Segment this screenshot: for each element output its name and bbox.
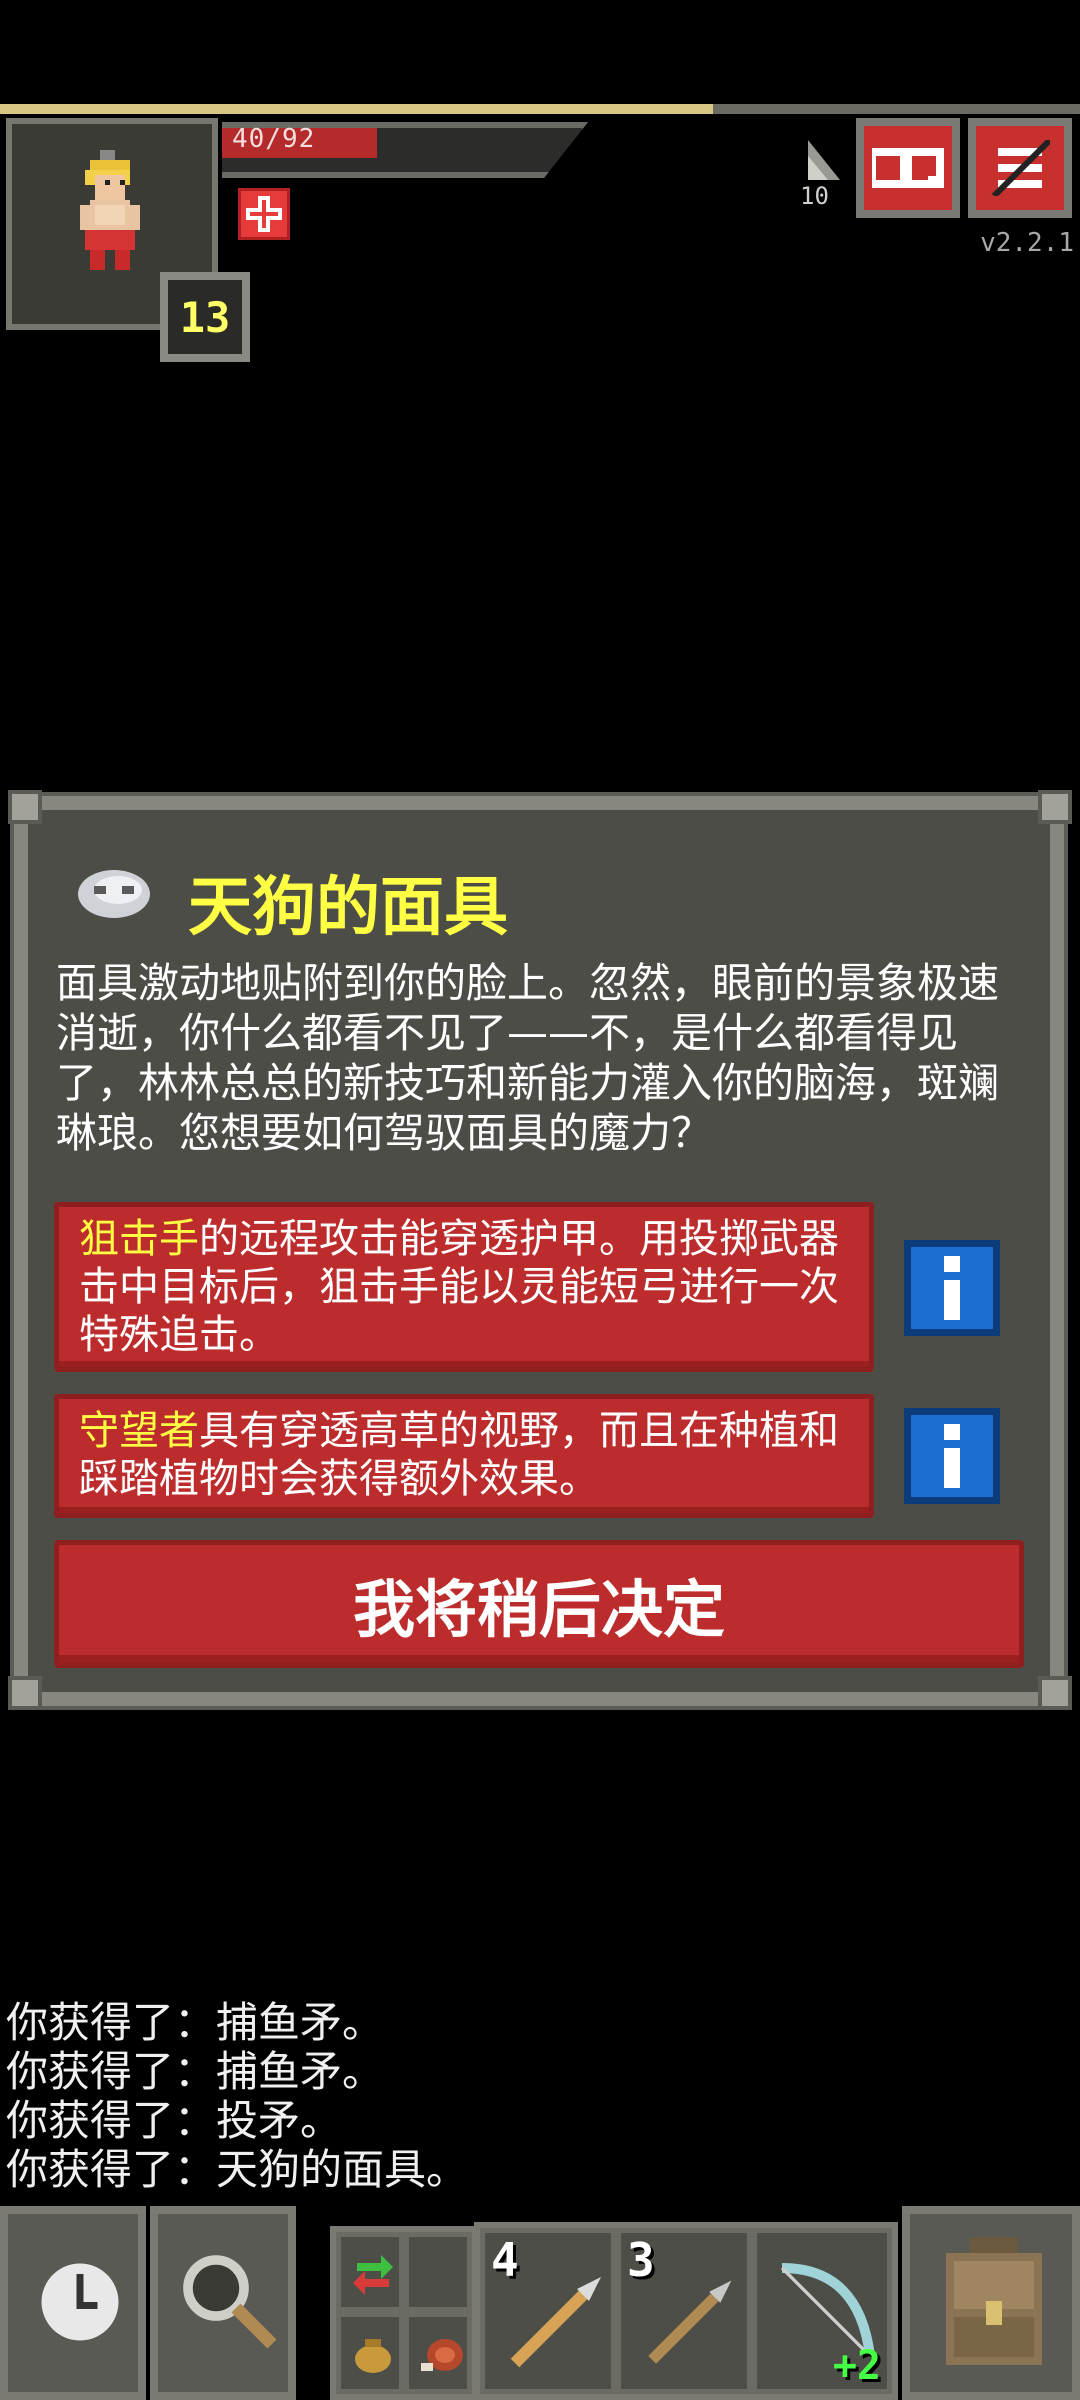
backpack-button[interactable] xyxy=(902,2206,1080,2400)
game-log: 你获得了：捕鱼矛。 你获得了：捕鱼矛。 你获得了：投矛。 你获得了：天狗的面具。 xyxy=(6,1998,468,2194)
level-badge: 13 xyxy=(160,272,250,362)
sniper-info-button[interactable] xyxy=(904,1240,1000,1336)
journal-button[interactable] xyxy=(856,118,960,218)
dialog-corner xyxy=(1038,790,1072,824)
choice-text: 狙击手的远程攻击能穿透护甲。用投掷武器击中目标后，狙击手能以灵能短弓进行一次特殊… xyxy=(79,1215,869,1359)
choice-name: 守望者 xyxy=(79,1408,199,1454)
quickslot-2[interactable]: 3 xyxy=(616,2228,752,2394)
warden-info-button[interactable] xyxy=(904,1408,1000,1504)
tengu-mask-icon xyxy=(78,870,150,918)
dialog-corner xyxy=(8,1676,42,1710)
dialog-body: 面具激动地贴附到你的脸上。忽然，眼前的景象极速消逝，你什么都看不见了——不，是什… xyxy=(56,959,999,1157)
warden-choice-button[interactable]: 守望者具有穿透高草的视野，而且在种植和踩踏植物时会获得额外效果。 xyxy=(54,1394,874,1518)
dialog-corner xyxy=(1038,1676,1072,1710)
wait-icon xyxy=(41,2263,119,2341)
decide-later-button[interactable]: 我将稍后决定 xyxy=(54,1540,1024,1668)
menu-button[interactable] xyxy=(968,118,1072,218)
search-icon xyxy=(183,2255,276,2348)
depth-number: 10 xyxy=(800,182,829,210)
meat-icon xyxy=(421,2339,463,2371)
version-label: v2.2.1 xyxy=(980,228,1074,258)
info-icon xyxy=(944,1256,960,1320)
log-line: 你获得了：投矛。 xyxy=(6,2096,343,2145)
quickslot-3[interactable]: +2 xyxy=(752,2228,892,2394)
pouch-slot[interactable] xyxy=(336,2312,404,2394)
menu-icon xyxy=(991,140,1050,196)
choice-text: 守望者具有穿透高草的视野，而且在种植和踩踏植物时会获得额外效果。 xyxy=(79,1407,869,1503)
info-icon xyxy=(944,1424,960,1488)
choice-name: 狙击手 xyxy=(79,1216,199,1262)
backpack-icon xyxy=(946,2237,1042,2365)
log-line: 你获得了：捕鱼矛。 xyxy=(6,2047,385,2096)
spear-icon xyxy=(510,2277,601,2368)
xp-bar-fill xyxy=(0,104,713,114)
quickslot-1[interactable]: 4 xyxy=(480,2228,616,2394)
log-line: 你获得了：天狗的面具。 xyxy=(6,2145,469,2194)
spear-icon xyxy=(648,2280,732,2364)
empty-slot[interactable] xyxy=(404,2232,472,2312)
swap-slot[interactable] xyxy=(336,2232,404,2312)
regeneration-buff-icon[interactable] xyxy=(238,188,290,240)
journal-icon xyxy=(872,148,944,188)
hero-sprite-icon xyxy=(80,150,140,270)
dialog-corner xyxy=(8,790,42,824)
sniper-choice-button[interactable]: 狙击手的远程攻击能穿透护甲。用投掷武器击中目标后，狙击手能以灵能短弓进行一次特殊… xyxy=(54,1202,874,1372)
search-button[interactable] xyxy=(150,2206,296,2400)
stairs-depth-icon xyxy=(808,140,840,180)
wait-button[interactable] xyxy=(0,2206,146,2400)
hp-text: 40/92 xyxy=(232,124,316,154)
dialog-title: 天狗的面具 xyxy=(188,871,508,945)
pouch-icon xyxy=(355,2339,391,2373)
swap-icon xyxy=(353,2255,393,2295)
upgrade-badge: +2 xyxy=(832,2343,881,2389)
meat-slot[interactable] xyxy=(404,2312,472,2394)
log-line: 你获得了：捕鱼矛。 xyxy=(6,1998,385,2047)
